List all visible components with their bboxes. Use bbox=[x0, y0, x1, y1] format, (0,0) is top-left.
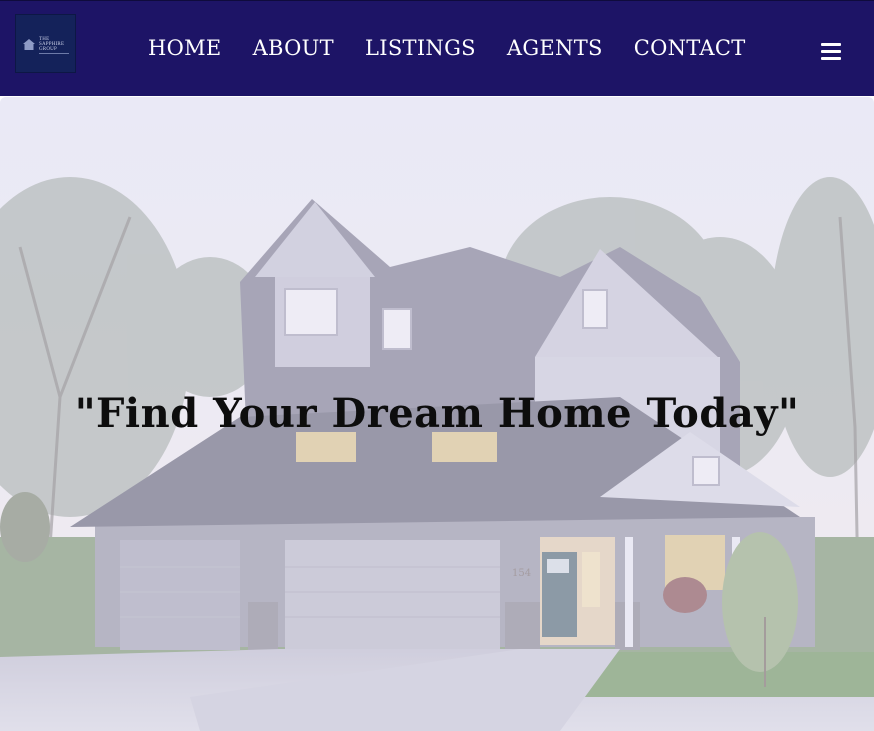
navbar: THE SAPPHIRE GROUP HOME ABOUT LISTINGS A… bbox=[0, 0, 874, 96]
menu-bar bbox=[821, 50, 841, 53]
main-nav: HOME ABOUT LISTINGS AGENTS CONTACT bbox=[148, 35, 746, 61]
site-logo[interactable]: THE SAPPHIRE GROUP bbox=[15, 14, 76, 73]
menu-bar bbox=[821, 43, 841, 46]
nav-agents-link[interactable]: AGENTS bbox=[507, 35, 603, 61]
hero-heading: "Find Your Dream Home Today" bbox=[74, 390, 800, 437]
menu-bar bbox=[821, 57, 841, 60]
logo-line-3: GROUP bbox=[39, 47, 57, 52]
house-icon bbox=[23, 39, 35, 50]
nav-home-link[interactable]: HOME bbox=[148, 35, 222, 61]
logo-divider bbox=[39, 53, 69, 54]
nav-listings-link[interactable]: LISTINGS bbox=[365, 35, 476, 61]
hero-section: 154 "Find Your Dream Home Today" bbox=[0, 97, 874, 731]
logo-text: THE SAPPHIRE GROUP bbox=[39, 37, 64, 52]
nav-about-link[interactable]: ABOUT bbox=[253, 35, 334, 61]
hamburger-menu-icon[interactable] bbox=[821, 43, 841, 61]
nav-contact-link[interactable]: CONTACT bbox=[634, 35, 746, 61]
